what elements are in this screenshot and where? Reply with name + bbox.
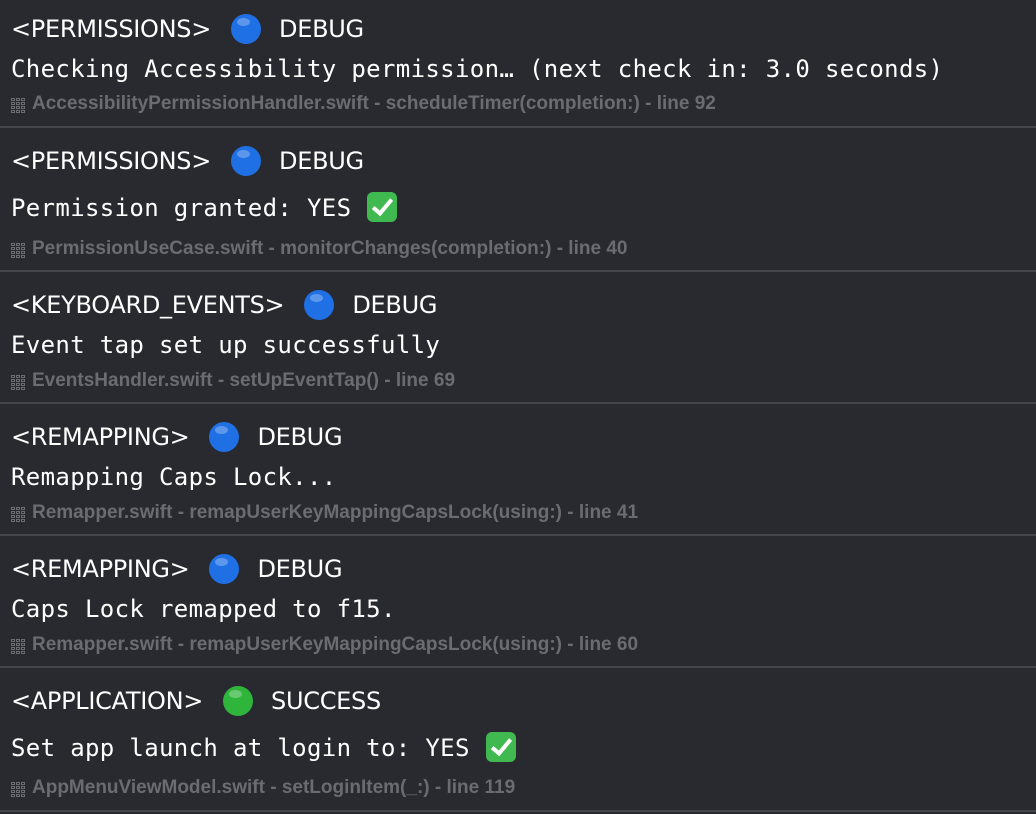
log-category: <APPLICATION> [11, 687, 204, 715]
log-entry[interactable]: <REMAPPING> DEBUG Remapping Caps Lock...… [0, 404, 1036, 536]
log-source[interactable]: Remapper.swift - remapUserKeyMappingCaps… [11, 632, 638, 658]
log-message-text: Permission granted: YES [11, 194, 352, 222]
log-entry[interactable]: <KEYBOARD_EVENTS> DEBUG Event tap set up… [0, 272, 1036, 404]
log-message-text: Remapping Caps Lock... [11, 463, 337, 491]
source-file-grid-icon [11, 242, 25, 258]
log-category: <PERMISSIONS> [11, 15, 212, 43]
log-source[interactable]: PermissionUseCase.swift - monitorChanges… [11, 236, 627, 262]
log-source-text: EventsHandler.swift - setUpEventTap() - … [32, 370, 456, 391]
log-message-text: Caps Lock remapped to f15. [11, 595, 396, 623]
log-source-text: Remapper.swift - remapUserKeyMappingCaps… [32, 634, 639, 655]
log-message: Remapping Caps Lock... [11, 460, 337, 494]
log-message: Event tap set up successfully [11, 328, 440, 362]
log-level: DEBUG [257, 555, 343, 583]
log-entry-header: <PERMISSIONS> DEBUG [11, 145, 364, 177]
log-entry-header: <APPLICATION> SUCCESS [11, 685, 381, 717]
log-level: DEBUG [352, 291, 438, 319]
log-message-text: Event tap set up successfully [11, 331, 441, 359]
log-entry[interactable]: <PERMISSIONS> DEBUG Permission granted: … [0, 128, 1036, 272]
log-category: <REMAPPING> [11, 423, 190, 451]
log-category: <PERMISSIONS> [11, 147, 212, 175]
check-mark-button-icon [485, 732, 516, 762]
log-level: DEBUG [257, 423, 343, 451]
source-file-grid-icon [11, 506, 25, 522]
log-category: <REMAPPING> [11, 555, 190, 583]
log-source-text: AccessibilityPermissionHandler.swift - s… [32, 93, 716, 114]
log-source-text: PermissionUseCase.swift - monitorChanges… [32, 238, 628, 259]
green-circle-icon [223, 686, 254, 716]
log-entry-header: <REMAPPING> DEBUG [11, 421, 343, 453]
blue-circle-icon [209, 422, 240, 452]
check-mark-button-icon [367, 192, 398, 222]
blue-circle-icon [304, 290, 335, 320]
log-entry[interactable]: <APPLICATION> SUCCESS Set app launch at … [0, 668, 1036, 812]
log-level: DEBUG [279, 15, 364, 43]
source-file-grid-icon [11, 97, 25, 113]
log-entry[interactable]: <REMAPPING> DEBUG Caps Lock remapped to … [0, 536, 1036, 668]
log-message: Permission granted: YES [11, 191, 398, 225]
log-message: Caps Lock remapped to f15. [11, 592, 396, 626]
log-source-text: Remapper.swift - remapUserKeyMappingCaps… [32, 502, 639, 523]
log-entry-header: <PERMISSIONS> DEBUG [11, 13, 364, 45]
blue-circle-icon [231, 146, 262, 176]
log-message-text: Checking Accessibility permission… (next… [11, 55, 944, 83]
log-source[interactable]: EventsHandler.swift - setUpEventTap() - … [11, 368, 455, 394]
log-source[interactable]: AppMenuViewModel.swift - setLoginItem(_:… [11, 775, 515, 801]
log-level: SUCCESS [271, 687, 381, 715]
log-entry[interactable]: <PERMISSIONS> DEBUG Checking Accessibili… [0, 0, 1036, 128]
log-source-text: AppMenuViewModel.swift - setLoginItem(_:… [32, 777, 516, 798]
log-entry-header: <KEYBOARD_EVENTS> DEBUG [11, 289, 437, 321]
source-file-grid-icon [11, 374, 25, 390]
log-entry-header: <REMAPPING> DEBUG [11, 553, 343, 585]
source-file-grid-icon [11, 781, 25, 797]
log-message-text: Set app launch at login to: YES [11, 734, 470, 762]
blue-circle-icon [231, 14, 262, 44]
log-source[interactable]: Remapper.swift - remapUserKeyMappingCaps… [11, 500, 638, 526]
log-category: <KEYBOARD_EVENTS> [11, 291, 285, 319]
log-level: DEBUG [279, 147, 364, 175]
source-file-grid-icon [11, 638, 25, 654]
blue-circle-icon [209, 554, 240, 584]
log-message: Checking Accessibility permission… (next… [11, 52, 943, 86]
log-source[interactable]: AccessibilityPermissionHandler.swift - s… [11, 91, 716, 117]
log-message: Set app launch at login to: YES [11, 731, 516, 765]
